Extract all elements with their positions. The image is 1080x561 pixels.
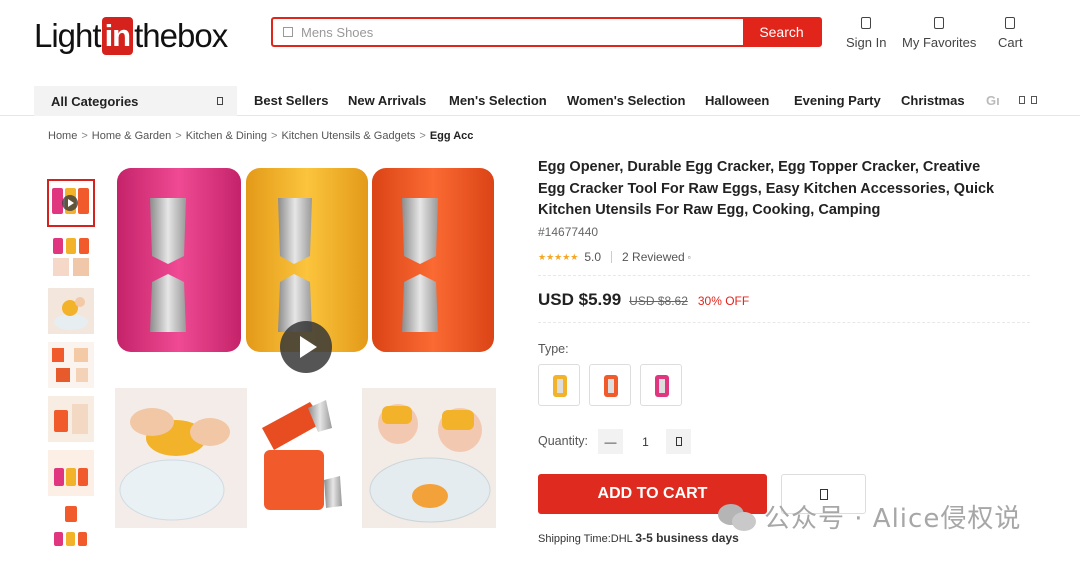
thumbnail-7[interactable] bbox=[48, 504, 94, 550]
pink-cup-icon bbox=[655, 375, 669, 397]
nav-scroll-arrows bbox=[1019, 96, 1037, 104]
chevron-down-icon bbox=[217, 97, 223, 105]
main-product-image[interactable] bbox=[112, 160, 498, 532]
search-field bbox=[273, 19, 743, 45]
original-price: USD $8.62 bbox=[629, 294, 688, 308]
cart-link[interactable]: Cart bbox=[998, 17, 1023, 50]
nav-halloween[interactable]: Halloween bbox=[705, 86, 769, 116]
nav-overflow-item[interactable]: Gı bbox=[986, 86, 1000, 116]
thumbnail-2[interactable] bbox=[48, 234, 94, 280]
breadcrumb: Home > Home & Garden > Kitchen & Dining > Kitc… bbox=[48, 130, 474, 142]
user-icon bbox=[861, 17, 872, 29]
nav-evening-party[interactable]: Evening Party bbox=[794, 86, 881, 116]
quantity-increase-button[interactable] bbox=[666, 429, 691, 454]
sign-in-link[interactable]: Sign In bbox=[846, 17, 886, 50]
chevron-left-icon[interactable] bbox=[1019, 96, 1025, 104]
type-option-yellow[interactable] bbox=[538, 364, 580, 406]
product-sku: #14677440 bbox=[538, 225, 599, 239]
shipping-info: Shipping Time:DHL 3-5 business days bbox=[538, 531, 739, 545]
type-option-pink[interactable] bbox=[640, 364, 682, 406]
heart-icon bbox=[934, 17, 945, 29]
play-icon bbox=[62, 195, 78, 211]
all-categories-dropdown[interactable]: All Categories bbox=[34, 86, 237, 116]
type-label: Type: bbox=[538, 342, 569, 356]
breadcrumb-kitchen-utensils[interactable]: Kitchen Utensils & Gadgets bbox=[281, 130, 415, 142]
star-rating-icon: ★★★★★ bbox=[538, 251, 579, 262]
current-price: USD $5.99 bbox=[538, 290, 622, 309]
nav-womens-selection[interactable]: Women's Selection bbox=[567, 86, 685, 116]
thumbnail-4[interactable] bbox=[48, 342, 94, 388]
yellow-cup-icon bbox=[553, 375, 567, 397]
search-icon bbox=[283, 27, 293, 37]
orange-cup-icon bbox=[604, 375, 618, 397]
breadcrumb-home-garden[interactable]: Home & Garden bbox=[92, 130, 171, 142]
product-rating: ★★★★★ 5.0 2 Reviewed ▫ bbox=[538, 250, 691, 264]
chevron-down-icon: ▫ bbox=[687, 252, 691, 262]
discount-badge: 30% OFF bbox=[697, 294, 750, 308]
breadcrumb-current: Egg Acc bbox=[429, 130, 474, 142]
cart-icon bbox=[1005, 17, 1016, 29]
thumbnail-video[interactable] bbox=[47, 179, 95, 227]
breadcrumb-home[interactable]: Home bbox=[48, 130, 77, 142]
type-option-orange[interactable] bbox=[589, 364, 631, 406]
product-title: Egg Opener, Durable Egg Cracker, Egg Top… bbox=[538, 159, 995, 218]
wechat-icon bbox=[718, 502, 756, 532]
thumbnail-6[interactable] bbox=[48, 450, 94, 496]
nav-new-arrivals[interactable]: New Arrivals bbox=[348, 86, 426, 116]
nav-christmas[interactable]: Christmas bbox=[901, 86, 965, 116]
price-block: USD $5.99 USD $8.62 30% OFF bbox=[538, 290, 749, 310]
play-video-button[interactable] bbox=[280, 321, 332, 373]
quantity-label: Quantity: bbox=[538, 434, 589, 448]
site-header: Lightinthebox Search Sign In My Favorite… bbox=[0, 0, 1080, 84]
plus-icon bbox=[675, 437, 682, 446]
search-bar: Search bbox=[271, 17, 822, 47]
site-logo[interactable]: Light in thebox bbox=[34, 16, 228, 56]
breadcrumb-kitchen-dining[interactable]: Kitchen & Dining bbox=[186, 130, 267, 142]
search-button[interactable]: Search bbox=[743, 19, 820, 45]
thumbnail-3[interactable] bbox=[48, 288, 94, 334]
quantity-value[interactable]: 1 bbox=[633, 435, 658, 449]
nav-mens-selection[interactable]: Men's Selection bbox=[449, 86, 547, 116]
thumbnail-list bbox=[47, 179, 96, 558]
watermark: 公众号 · Alice侵权说 bbox=[718, 498, 1021, 535]
reviews-link[interactable]: 2 Reviewed bbox=[622, 250, 685, 264]
chevron-right-icon[interactable] bbox=[1031, 96, 1037, 104]
search-input[interactable] bbox=[301, 24, 701, 40]
nav-best-sellers[interactable]: Best Sellers bbox=[254, 86, 328, 116]
quantity-decrease-button[interactable]: — bbox=[598, 429, 623, 454]
my-favorites-link[interactable]: My Favorites bbox=[902, 17, 976, 50]
thumbnail-5[interactable] bbox=[48, 396, 94, 442]
category-nav: All Categories Best Sellers New Arrivals… bbox=[0, 86, 1080, 116]
